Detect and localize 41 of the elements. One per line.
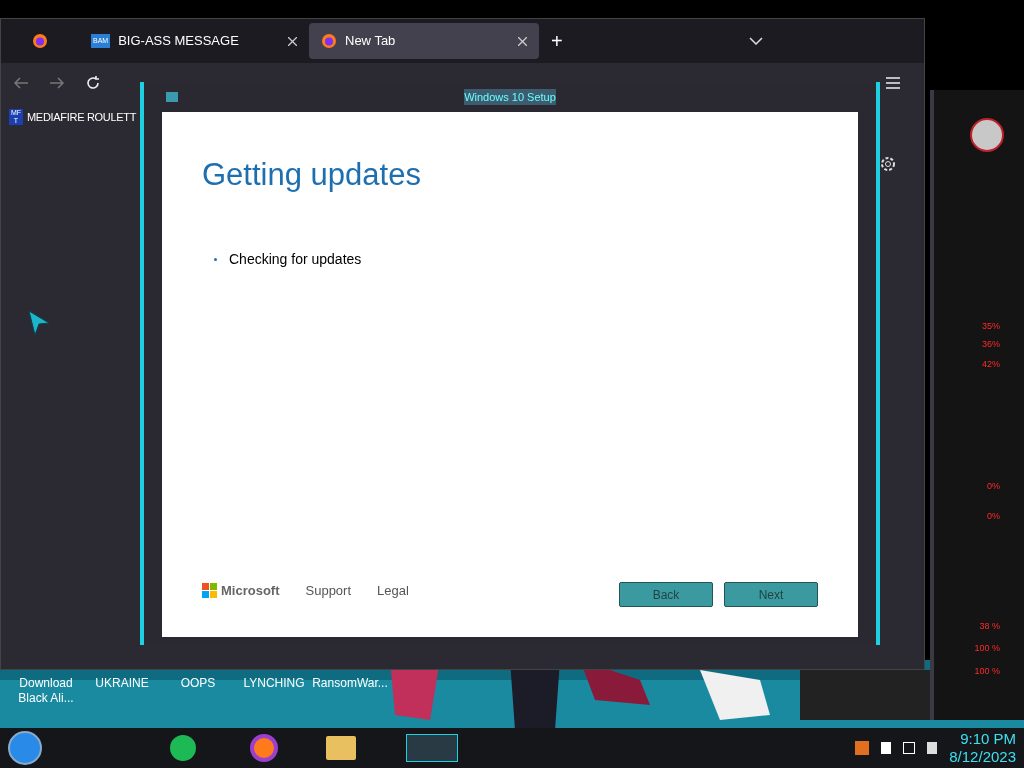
gadget-reading: 38 % — [979, 620, 1000, 633]
gadget-reading: 36% — [982, 338, 1000, 351]
desktop-icon-label[interactable]: UKRAINE — [84, 676, 160, 706]
forward-arrow-icon[interactable] — [49, 76, 65, 90]
menu-icon[interactable] — [886, 77, 900, 89]
gadget-reading: 100 % — [974, 665, 1000, 678]
gadget-reading: 0% — [987, 480, 1000, 493]
setup-taskbar-icon[interactable] — [406, 734, 458, 762]
bookmark-link[interactable]: MEDIAFIRE ROULETT — [27, 108, 137, 126]
new-tab-button[interactable]: + — [551, 26, 563, 56]
browser-logo-icon — [32, 33, 48, 49]
chevron-down-icon[interactable] — [748, 37, 763, 45]
microsoft-logo-icon — [202, 583, 217, 598]
gadget-reading: 100 % — [974, 642, 1000, 655]
window-title: Windows 10 Setup — [464, 88, 556, 106]
browser-icon[interactable] — [250, 734, 278, 762]
brand-name: Microsoft — [221, 581, 280, 600]
page-heading: Getting updates — [202, 156, 422, 194]
desktop-icon-label[interactable]: Download Black Ali... — [8, 676, 84, 706]
start-button[interactable] — [8, 731, 42, 765]
clock-time[interactable]: 9:10 PM — [960, 730, 1016, 748]
footer-link[interactable]: Support — [305, 580, 352, 601]
browser-logo-icon — [321, 33, 337, 49]
gadget-reading: 0% — [987, 510, 1000, 523]
spinner-icon — [214, 257, 217, 261]
footer-link[interactable]: Legal — [377, 580, 409, 601]
cursor-icon — [27, 309, 51, 337]
close-icon[interactable] — [518, 36, 527, 46]
browser-tab[interactable]: New Tab — [309, 23, 539, 59]
close-icon[interactable] — [288, 36, 297, 46]
setup-icon — [166, 92, 178, 102]
gadget-reading: 42% — [982, 358, 1000, 371]
settings-icon[interactable] — [879, 155, 897, 173]
status-text: Checking for updates — [229, 249, 362, 269]
desktop-icon-label[interactable]: OOPS — [160, 676, 236, 706]
reload-icon[interactable] — [85, 75, 101, 91]
desktop-icon-label[interactable]: RansomWar... — [312, 676, 388, 706]
desktop-icon-label[interactable]: LYNCHING — [236, 676, 312, 706]
clock-date[interactable]: 8/12/2023 — [949, 748, 1016, 766]
gadget-reading: 35% — [982, 320, 1000, 333]
back-arrow-icon[interactable] — [13, 76, 29, 90]
